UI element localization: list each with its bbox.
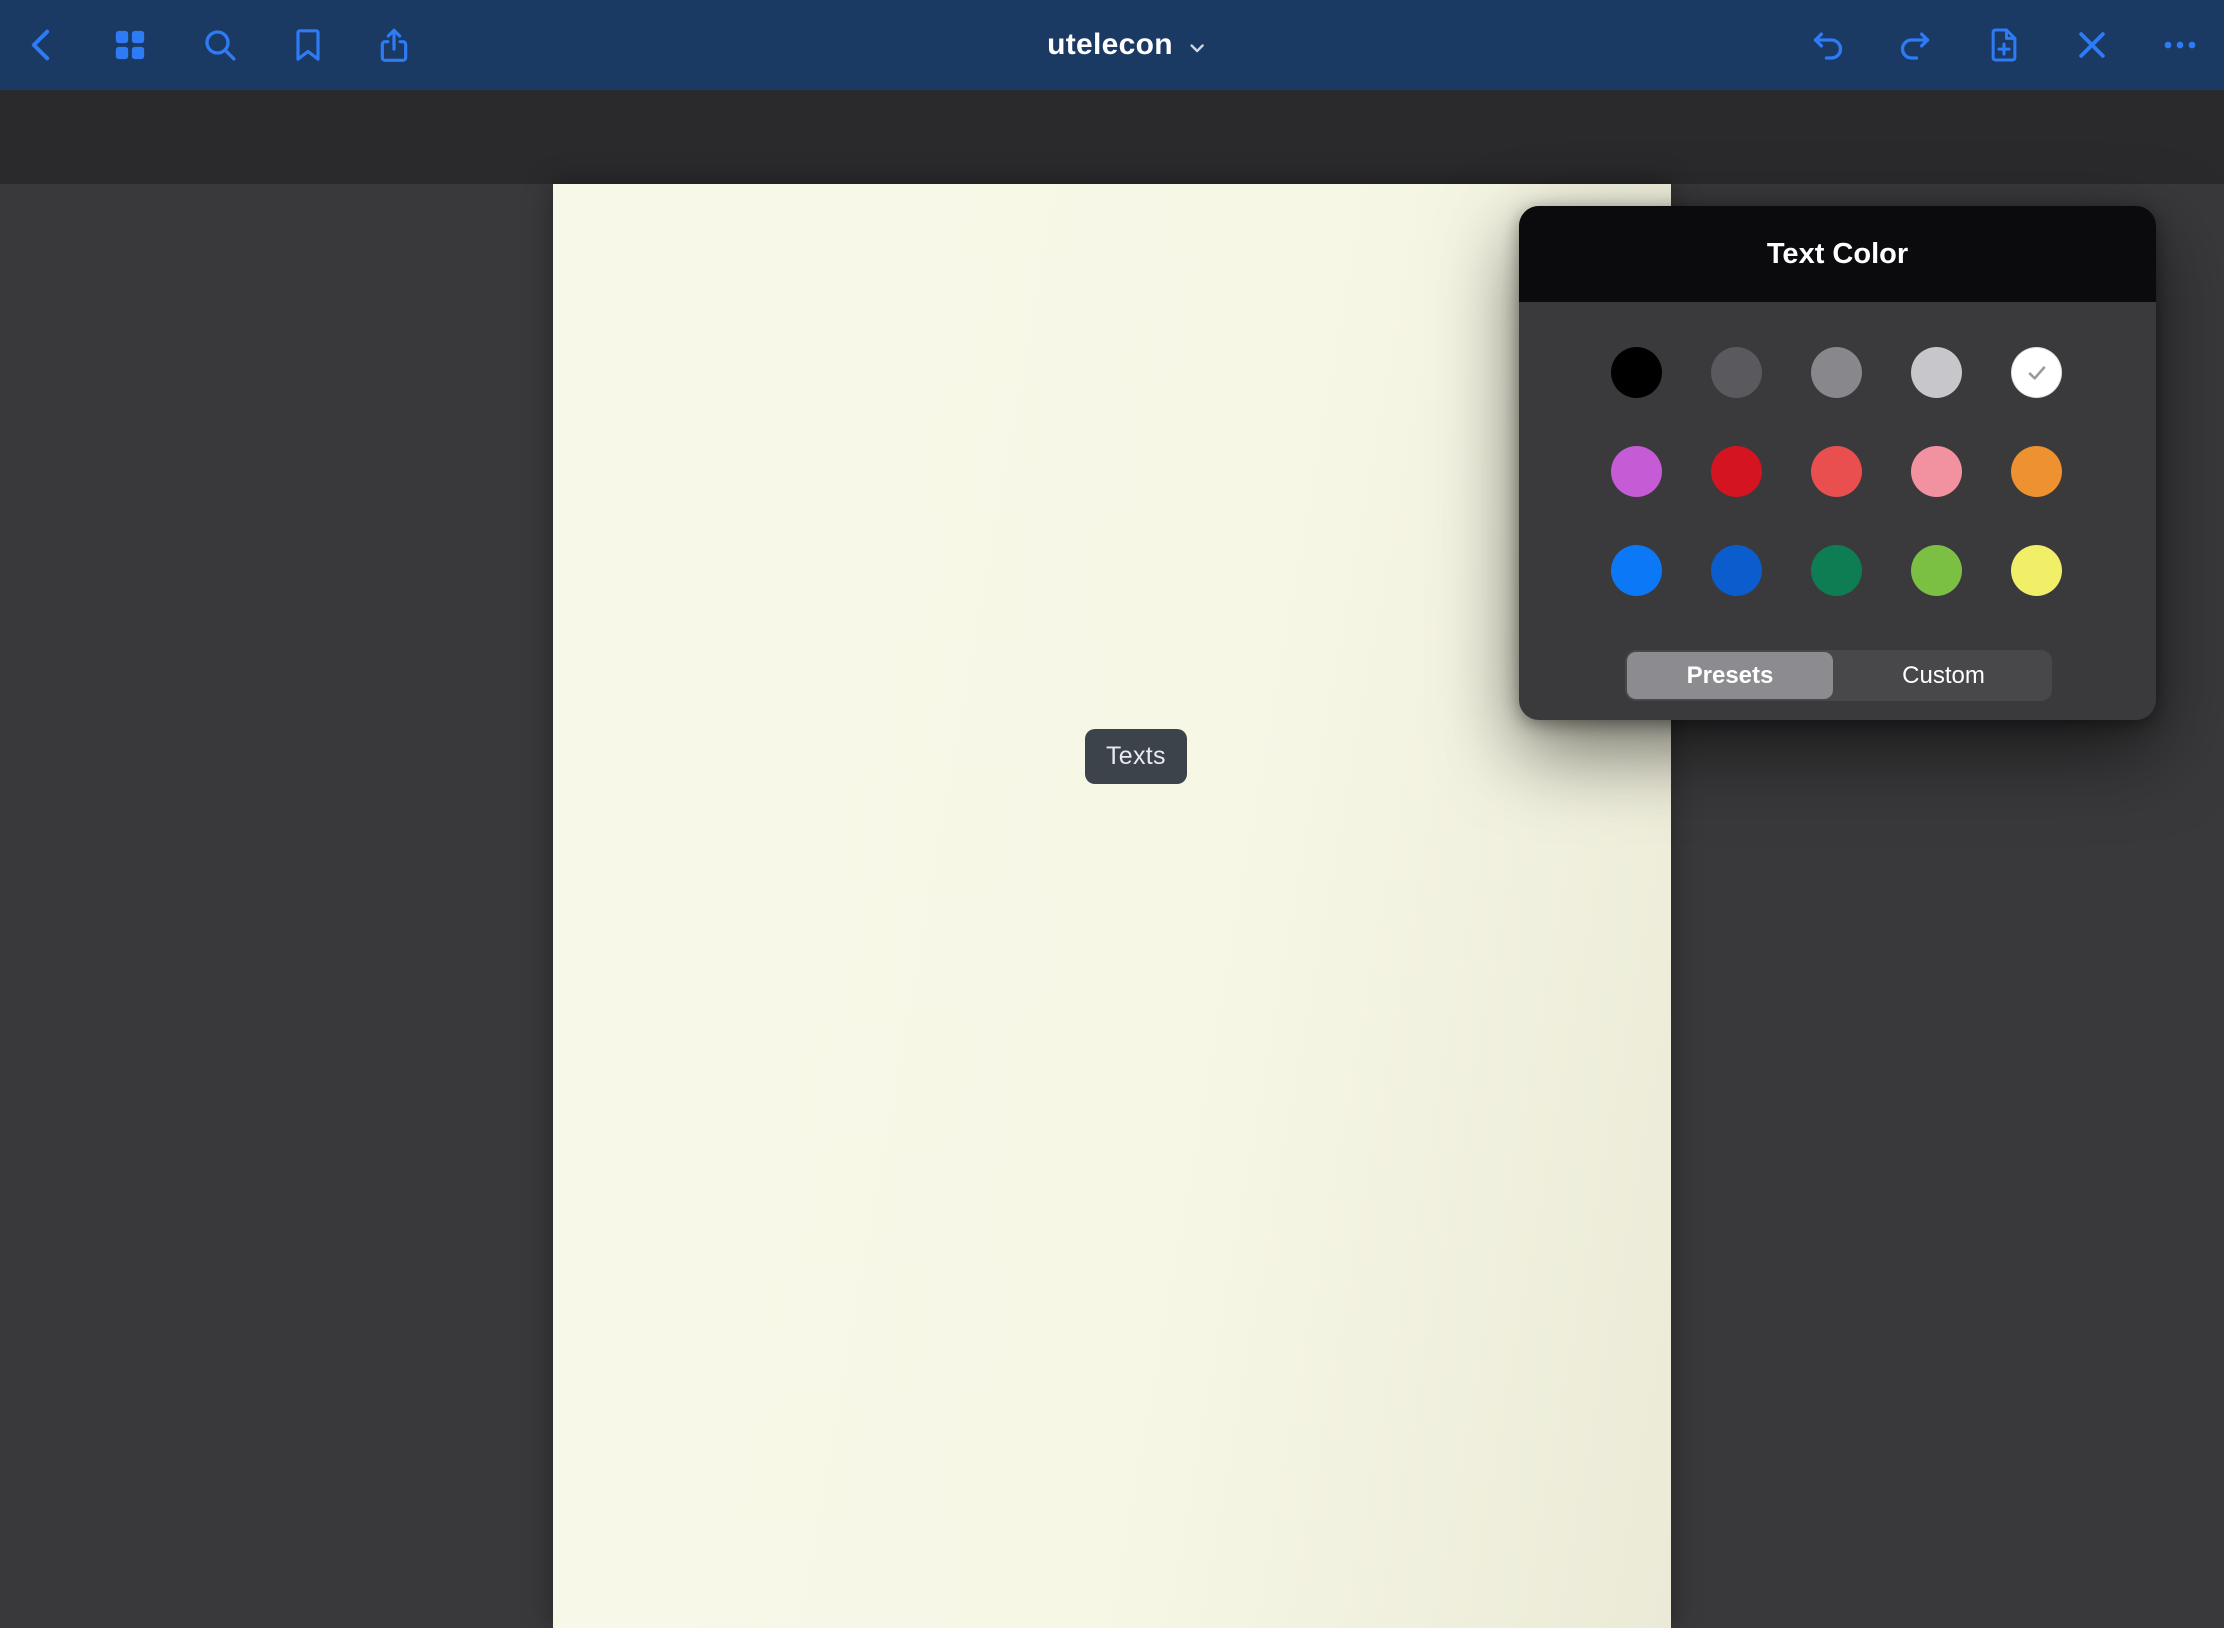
document-title-group[interactable]: utelecon: [1047, 0, 1209, 90]
back-icon: [23, 25, 63, 65]
popover-title: Text Color: [1519, 206, 2156, 302]
color-swatch-c6c6cb[interactable]: [1911, 347, 1962, 398]
close-button[interactable]: [2064, 17, 2120, 73]
color-swatch-d41421[interactable]: [1711, 446, 1762, 497]
color-swatch-0b5ccc[interactable]: [1711, 545, 1762, 596]
undo-icon: [1808, 25, 1848, 65]
redo-icon: [1895, 25, 1935, 65]
color-swatch-0f7d53[interactable]: [1811, 545, 1862, 596]
notebook-page[interactable]: Texts: [553, 184, 1671, 1628]
share-icon: [374, 25, 414, 65]
color-swatch-59595e[interactable]: [1711, 347, 1762, 398]
color-swatch-000000[interactable]: [1611, 347, 1662, 398]
close-icon: [2072, 25, 2112, 65]
thumbnails-icon: [110, 25, 150, 65]
back-button[interactable]: [15, 17, 71, 73]
redo-button[interactable]: [1887, 17, 1943, 73]
color-swatch-f1ee67[interactable]: [2011, 545, 2062, 596]
add-page-button[interactable]: [1976, 17, 2032, 73]
color-swatch-7cc043[interactable]: [1911, 545, 1962, 596]
swatch-grid: [1611, 347, 2062, 596]
color-swatch-ffffff[interactable]: [2011, 347, 2062, 398]
text-color-popover: Text Color Presets Custom: [1519, 206, 2156, 720]
add-page-icon: [1984, 25, 2024, 65]
notes-app-window: utelecon: [0, 0, 2224, 1628]
color-swatch-f2919f[interactable]: [1911, 446, 1962, 497]
color-swatch-ee9130[interactable]: [2011, 446, 2062, 497]
thumbnails-button[interactable]: [102, 17, 158, 73]
checkmark-icon: [2023, 359, 2051, 387]
document-title: utelecon: [1047, 28, 1173, 62]
bookmark-button[interactable]: [280, 17, 336, 73]
toolbar: T HiraginoSans-... 16 T: [0, 90, 2224, 184]
custom-tab[interactable]: Custom: [1835, 650, 2052, 701]
color-swatch-c65bd6[interactable]: [1611, 446, 1662, 497]
more-button[interactable]: [2152, 17, 2208, 73]
color-swatch-87878c[interactable]: [1811, 347, 1862, 398]
search-icon: [200, 25, 240, 65]
presets-custom-segmented-control: Presets Custom: [1625, 650, 2052, 701]
more-icon: [2160, 25, 2200, 65]
search-button[interactable]: [192, 17, 248, 73]
text-object[interactable]: Texts: [1085, 729, 1187, 784]
share-button[interactable]: [366, 17, 422, 73]
color-swatch-ea4f4f[interactable]: [1811, 446, 1862, 497]
presets-tab[interactable]: Presets: [1627, 652, 1833, 699]
bookmark-icon: [288, 25, 328, 65]
undo-button[interactable]: [1800, 17, 1856, 73]
color-swatch-0b79f7[interactable]: [1611, 545, 1662, 596]
chevron-down-icon: [1185, 36, 1209, 60]
navbar: utelecon: [0, 0, 2224, 90]
